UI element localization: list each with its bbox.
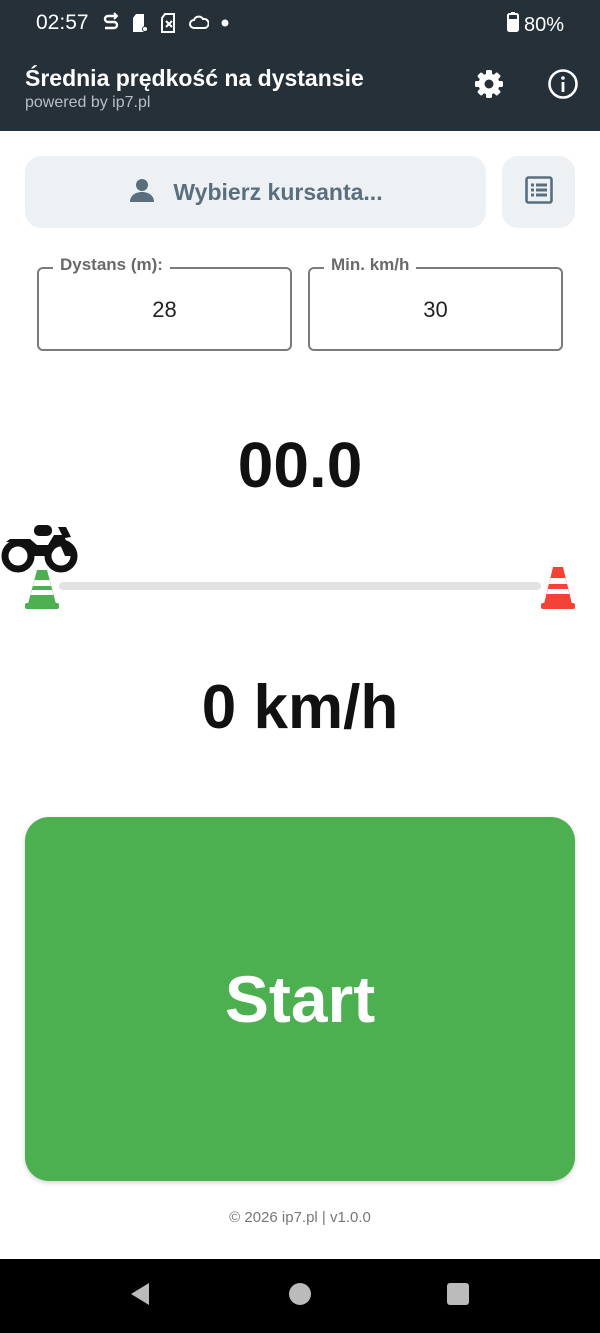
app-bar: Średnia prędkość na dystansie powered by…	[0, 46, 600, 131]
cloud-icon	[189, 12, 209, 34]
select-student-label: Wybierz kursanta...	[173, 178, 383, 205]
settings-button[interactable]	[472, 69, 506, 103]
distance-field[interactable]: Dystans (m): 28	[37, 255, 292, 351]
battery-alert-icon	[131, 12, 149, 34]
min-speed-input[interactable]: 30	[310, 297, 561, 323]
settings-icon	[473, 68, 505, 105]
min-speed-field[interactable]: Min. km/h 30	[308, 255, 563, 351]
list-icon	[524, 175, 554, 210]
student-list-button[interactable]	[502, 156, 575, 228]
nav-back-button[interactable]	[115, 1271, 165, 1321]
timer-display: 00.0	[237, 429, 363, 501]
recents-icon	[445, 1281, 471, 1312]
speed-display: 0 km/h	[201, 673, 399, 742]
distance-label: Dystans (m):	[53, 255, 170, 275]
status-icons	[102, 11, 230, 35]
home-icon	[287, 1281, 313, 1312]
select-student-button[interactable]: Wybierz kursanta...	[25, 156, 486, 228]
finish-cone-icon	[540, 565, 576, 615]
status-bar: 02:57 80%	[0, 0, 600, 46]
min-speed-label: Min. km/h	[324, 255, 417, 275]
footer-text: © 2026 ip7.pl | v1.0.0	[229, 1209, 371, 1226]
battery-level: 80%	[523, 13, 564, 36]
nav-home-button[interactable]	[275, 1271, 325, 1321]
sim-icon	[160, 12, 178, 34]
progress-track	[59, 582, 541, 590]
battery-icon	[506, 11, 520, 39]
start-label: Start	[224, 962, 376, 1036]
dot-icon	[220, 12, 230, 34]
sync-icon	[102, 12, 120, 34]
navigation-bar	[0, 1259, 600, 1333]
status-right: 80%	[506, 11, 564, 39]
distance-input[interactable]: 28	[39, 297, 290, 323]
info-button[interactable]	[546, 68, 580, 105]
motorcycle-icon	[1, 519, 79, 582]
start-button[interactable]: Start	[25, 817, 575, 1181]
back-icon	[127, 1281, 153, 1312]
app-title: Średnia prędkość na dystansie	[25, 65, 364, 91]
app-subtitle: powered by ip7.pl	[25, 94, 151, 111]
nav-recents-button[interactable]	[433, 1271, 483, 1321]
status-time: 02:57	[36, 11, 89, 34]
person-icon	[128, 176, 156, 209]
info-icon	[547, 68, 579, 105]
